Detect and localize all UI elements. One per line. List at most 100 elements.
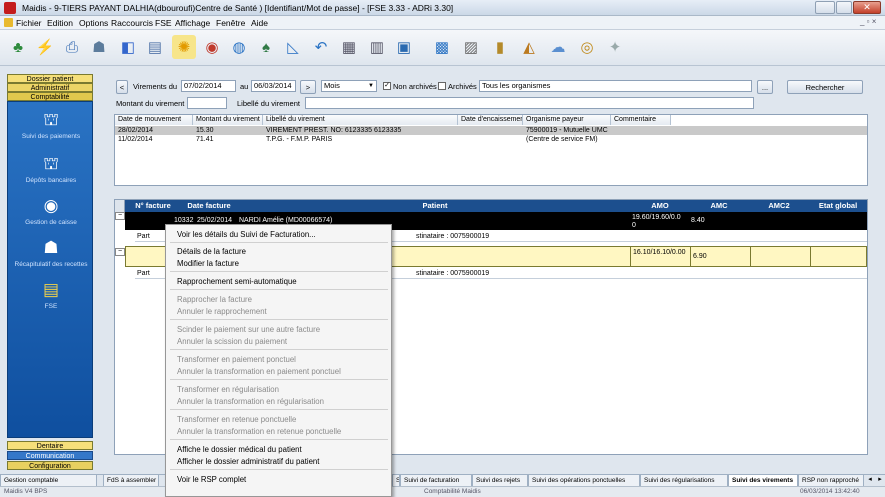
col-montant[interactable]: Montant du virement (193, 115, 263, 125)
date-from-input[interactable]: 07/02/2014 (181, 80, 236, 92)
col-amo[interactable]: AMO (631, 200, 689, 212)
col-libelle[interactable]: Libellé du virement (263, 115, 458, 125)
menu-item-annuler-scission[interactable]: Annuler la scission du paiement (177, 337, 287, 346)
menu-options[interactable]: Options (79, 18, 108, 28)
menu-raccourcis[interactable]: Raccourcis (111, 18, 153, 28)
list-icon[interactable]: ▩ (430, 35, 454, 59)
expand-all-icon[interactable] (115, 200, 125, 212)
sidebar-item-suivi-paiements[interactable]: ⛫ Suivi des paiements (8, 110, 94, 140)
menu-item-transformer-retenue[interactable]: Transformer en retenue ponctuelle (177, 415, 296, 424)
maximize-button[interactable] (836, 1, 852, 14)
stack-icon[interactable]: ◭ (517, 35, 541, 59)
patients-icon[interactable]: ♣ (6, 35, 30, 59)
card-icon[interactable]: ▤ (143, 35, 167, 59)
col-patient[interactable]: Patient (239, 200, 631, 212)
table-row[interactable]: 11/02/2014 71.41 T.P.G. - F.M.P. PARIS (… (115, 135, 867, 144)
table-row[interactable]: 28/02/2014 15.30 VIREMENT PREST. NO: 612… (115, 126, 867, 135)
menu-item-transformer-paiement-ponctuel[interactable]: Transformer en paiement ponctuel (177, 355, 296, 364)
doc2-icon[interactable]: ▥ (365, 35, 389, 59)
mdi-controls[interactable]: _ ▫ × (860, 17, 876, 26)
tab-scroll-left-icon[interactable]: ◂ (865, 475, 875, 486)
sun-icon[interactable]: ✺ (172, 35, 196, 59)
bars-icon[interactable]: ▮ (488, 35, 512, 59)
cloud-icon[interactable]: ☁ (546, 35, 570, 59)
menu-item-modifier-facture[interactable]: Modifier la facture (177, 259, 239, 268)
col-commentaire[interactable]: Commentaire (611, 115, 671, 125)
calc-icon[interactable]: ▨ (459, 35, 483, 59)
menu-item-details-facture[interactable]: Détails de la facture (177, 247, 246, 256)
menu-aide[interactable]: Aide (251, 18, 268, 28)
date-to-input[interactable]: 06/03/2014 (251, 80, 296, 92)
menu-item-annuler-regularisation[interactable]: Annuler la transformation en régularisat… (177, 397, 324, 406)
folder-icon[interactable]: ◧ (116, 35, 140, 59)
archives-checkbox[interactable] (438, 82, 446, 90)
tab-scroll-right-icon[interactable]: ▸ (875, 475, 885, 486)
menu-item-transformer-regularisation[interactable]: Transformer en régularisation (177, 385, 279, 394)
sidebar-item-caisse[interactable]: ◉ Gestion de caisse (8, 196, 94, 226)
menu-fenetre[interactable]: Fenêtre (216, 18, 245, 28)
sidebar-item-depots[interactable]: ⛫ Dépôts bancaires (8, 154, 94, 184)
menu-fse[interactable]: FSE (155, 18, 172, 28)
globe-icon[interactable]: ◉ (200, 35, 224, 59)
menu-item-rapprochement-semi-auto[interactable]: Rapprochement semi-automatique (177, 277, 297, 286)
col-amc2[interactable]: AMC2 (749, 200, 809, 212)
organismes-more-button[interactable]: ... (757, 80, 773, 94)
menu-item-voir-rsp[interactable]: Voir le RSP complet (177, 475, 246, 484)
chart-icon[interactable]: ◺ (281, 35, 305, 59)
menu-edition[interactable]: Edition (47, 18, 73, 28)
close-button[interactable]: ✕ (853, 1, 881, 14)
menu-fichier[interactable]: Fichier (16, 18, 42, 28)
col-etat-global[interactable]: Etat global (809, 200, 867, 212)
menu-item-annuler-rapprochement[interactable]: Annuler le rapprochement (177, 307, 267, 316)
sidebar-tab-admin[interactable]: Administratif (7, 83, 93, 92)
book-icon[interactable]: ▣ (392, 35, 416, 59)
collapse-row-icon[interactable]: − (115, 212, 125, 220)
doc-icon[interactable]: ▦ (337, 35, 361, 59)
menu-item-scinder-paiement[interactable]: Scinder le paiement sur une autre factur… (177, 325, 320, 334)
minimize-button[interactable] (815, 1, 835, 14)
col-organisme[interactable]: Organisme payeur (523, 115, 611, 125)
period-select[interactable]: Mois ▼ (321, 80, 377, 92)
montant-input[interactable] (187, 97, 227, 109)
col-amc[interactable]: AMC (689, 200, 749, 212)
sidebar-tab-compta[interactable]: Comptabilité (7, 92, 93, 101)
menu-item-annuler-paiement-ponctuel[interactable]: Annuler la transformation en paiement po… (177, 367, 341, 376)
next-period-button[interactable]: > (300, 80, 316, 94)
sidebar-item-label: Suivi des paiements (21, 133, 81, 140)
col-date-mouvement[interactable]: Date de mouvement (115, 115, 193, 125)
refresh-icon[interactable]: ✦ (603, 35, 627, 59)
menu-item-voir-details-suivi[interactable]: Voir les détails du Suivi de Facturation… (177, 230, 316, 239)
col-date-encaissement[interactable]: Date d'encaissement (458, 115, 523, 125)
sidebar-tab-patient[interactable]: Dossier patient (7, 74, 93, 83)
users-icon[interactable]: ☗ (87, 35, 111, 59)
sidebar-tab-communication[interactable]: Communication (7, 451, 93, 460)
col-num-facture[interactable]: N° facture (127, 200, 179, 212)
libelle-input[interactable] (305, 97, 754, 109)
menu-item-dossier-medical[interactable]: Affiche le dossier médical du patient (177, 445, 302, 454)
prev-period-button[interactable]: < (116, 80, 128, 94)
col-date-facture[interactable]: Date facture (179, 200, 239, 212)
menu-affichage[interactable]: Affichage (175, 18, 210, 28)
cell-organisme: 75900019 - Mutuelle UMC (526, 127, 608, 134)
non-archives-checkbox[interactable]: ✓ (383, 82, 391, 90)
virements-du-label: Virements du (133, 82, 178, 91)
coins-icon[interactable]: ◎ (575, 35, 599, 59)
destinataire-value: stinataire : 0075900019 (416, 270, 490, 277)
menu-separator (170, 319, 388, 320)
sidebar-item-recap[interactable]: ☗ Récapitulatif des recettes (8, 238, 94, 268)
rechercher-button[interactable]: Rechercher (787, 80, 863, 94)
menu-item-dossier-administratif[interactable]: Afficher le dossier administratif du pat… (177, 457, 319, 466)
sidebar-tab-dentaire[interactable]: Dentaire (7, 441, 93, 450)
group-icon[interactable]: ♠ (254, 35, 278, 59)
back-icon[interactable]: ↶ (309, 35, 333, 59)
globe-icon: ◉ (43, 196, 59, 215)
printer-icon[interactable]: ⎙ (60, 35, 84, 59)
sidebar-tab-configuration[interactable]: Configuration (7, 461, 93, 470)
lightning-icon[interactable]: ⚡ (33, 35, 57, 59)
menu-item-annuler-retenue[interactable]: Annuler la transformation en retenue pon… (177, 427, 341, 436)
atlas-icon[interactable]: ◍ (227, 35, 251, 59)
collapse-row-icon[interactable]: − (115, 248, 125, 256)
sidebar-item-fse[interactable]: ▤ FSE (8, 280, 94, 310)
menu-item-rapprocher-facture[interactable]: Rapprocher la facture (177, 295, 252, 304)
organismes-input[interactable]: Tous les organismes (479, 80, 752, 92)
